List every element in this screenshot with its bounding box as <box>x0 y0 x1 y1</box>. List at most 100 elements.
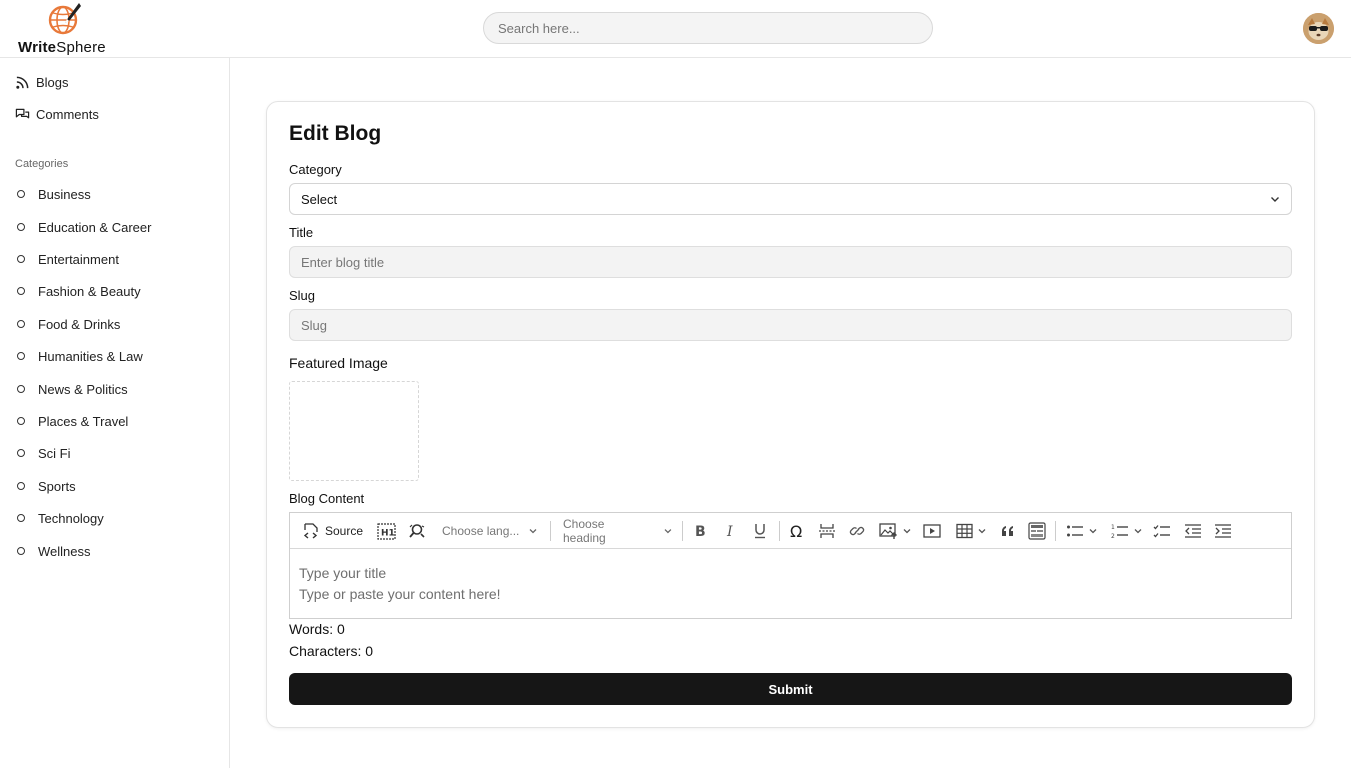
brand-logo[interactable]: WriteSphere <box>18 0 118 58</box>
italic-icon[interactable]: I <box>720 520 740 542</box>
rich-text-editor: Source H1 Choose lang... Choose heading … <box>289 512 1292 619</box>
circle-bullet-icon <box>17 223 25 231</box>
sidebar-item-label: Blogs <box>36 74 69 90</box>
sidebar-category-education-career[interactable]: Education & Career <box>16 217 151 237</box>
title-label: Title <box>289 225 314 240</box>
indent-icon[interactable] <box>1213 520 1233 542</box>
sidebar-item-blogs[interactable]: Blogs <box>14 71 69 93</box>
comments-icon <box>14 106 30 122</box>
svg-text:Ω: Ω <box>790 523 802 539</box>
sidebar: Blogs Comments Categories Business Educa… <box>0 58 230 768</box>
chevron-down-icon <box>1134 529 1142 534</box>
find-replace-icon[interactable] <box>407 520 427 542</box>
svg-text:2: 2 <box>1111 533 1115 540</box>
category-label: Category <box>289 162 342 177</box>
sidebar-category-sports[interactable]: Sports <box>16 476 76 496</box>
image-upload-icon <box>878 523 897 539</box>
media-embed-icon[interactable] <box>922 520 942 542</box>
circle-bullet-icon <box>17 417 25 425</box>
chevron-down-icon <box>978 529 985 534</box>
link-icon[interactable] <box>847 520 867 542</box>
sidebar-category-sci-fi[interactable]: Sci Fi <box>16 443 71 463</box>
toolbar-divider <box>779 521 780 541</box>
page-title: Edit Blog <box>289 122 382 145</box>
top-header: WriteSphere <box>0 0 1351 58</box>
categories-heading: Categories <box>15 158 69 170</box>
rss-icon <box>14 74 30 90</box>
insert-table-button[interactable] <box>952 520 990 542</box>
search-input[interactable] <box>483 12 933 44</box>
title-input[interactable] <box>289 246 1292 278</box>
sidebar-category-places-travel[interactable]: Places & Travel <box>16 411 128 431</box>
bulleted-list-icon <box>1067 525 1083 537</box>
sidebar-category-business[interactable]: Business <box>16 184 91 204</box>
toolbar-divider <box>1055 521 1056 541</box>
editor-content-area[interactable]: Type your title Type or paste your conte… <box>299 563 501 605</box>
category-select-value: Select <box>301 191 338 207</box>
svg-text:1: 1 <box>1111 524 1115 531</box>
table-icon <box>955 523 973 539</box>
insert-image-button[interactable] <box>876 520 914 542</box>
avatar-image-icon <box>1303 13 1334 44</box>
svg-text:H1: H1 <box>381 528 395 538</box>
heading-dropdown[interactable]: Choose heading <box>563 517 673 545</box>
underline-icon[interactable] <box>750 520 770 542</box>
sidebar-category-news-politics[interactable]: News & Politics <box>16 379 128 399</box>
sidebar-category-food-drinks[interactable]: Food & Drinks <box>16 314 120 334</box>
todo-list-icon[interactable] <box>1152 520 1172 542</box>
chevron-down-icon <box>664 529 672 534</box>
user-avatar[interactable] <box>1303 13 1334 44</box>
chevron-down-icon <box>1271 197 1279 202</box>
chevron-down-icon <box>903 529 910 534</box>
submit-button[interactable]: Submit <box>289 673 1292 705</box>
word-count: Words: 0 <box>289 621 345 637</box>
outdent-icon[interactable] <box>1183 520 1203 542</box>
brand-name: WriteSphere <box>18 39 106 56</box>
circle-bullet-icon <box>17 449 25 457</box>
code-block-icon[interactable] <box>1027 520 1047 542</box>
code-language-dropdown[interactable]: Choose lang... <box>442 520 542 542</box>
toolbar-divider <box>550 521 551 541</box>
circle-bullet-icon <box>17 255 25 263</box>
block-quote-icon[interactable] <box>998 520 1018 542</box>
sidebar-category-entertainment[interactable]: Entertainment <box>16 249 119 269</box>
circle-bullet-icon <box>17 482 25 490</box>
circle-bullet-icon <box>17 320 25 328</box>
source-button[interactable]: Source <box>302 520 364 542</box>
character-count: Characters: 0 <box>289 643 374 659</box>
sidebar-category-technology[interactable]: Technology <box>16 508 104 528</box>
circle-bullet-icon <box>17 352 25 360</box>
editor-title-placeholder: Type your title <box>299 565 387 581</box>
editor-toolbar: Source H1 Choose lang... Choose heading … <box>290 513 1291 549</box>
featured-image-dropzone[interactable] <box>289 381 419 481</box>
category-select[interactable]: Select <box>289 183 1292 215</box>
source-code-icon <box>303 523 318 539</box>
chevron-down-icon <box>1089 529 1097 534</box>
sidebar-category-humanities-law[interactable]: Humanities & Law <box>16 346 143 366</box>
slug-input[interactable] <box>289 309 1292 341</box>
numbered-list-icon: 12 <box>1111 524 1128 540</box>
bulleted-list-button[interactable] <box>1063 520 1101 542</box>
edit-blog-card: Edit Blog Category Select Title Slug Fea… <box>266 101 1315 728</box>
bold-icon[interactable]: B <box>690 520 710 542</box>
circle-bullet-icon <box>17 547 25 555</box>
featured-image-label: Featured Image <box>289 355 388 371</box>
circle-bullet-icon <box>17 287 25 295</box>
page-break-icon[interactable] <box>817 520 837 542</box>
slug-label: Slug <box>289 288 316 303</box>
sidebar-item-comments[interactable]: Comments <box>14 103 99 125</box>
sidebar-category-fashion-beauty[interactable]: Fashion & Beauty <box>16 281 141 301</box>
sidebar-item-label: Comments <box>36 106 99 122</box>
editor-content-placeholder: Type or paste your content here! <box>299 586 501 602</box>
globe-pen-logo-icon <box>48 3 81 35</box>
circle-bullet-icon <box>17 514 25 522</box>
special-characters-icon[interactable]: Ω <box>787 520 807 542</box>
blog-content-label: Blog Content <box>289 491 365 506</box>
circle-bullet-icon <box>17 385 25 393</box>
heading-h1-icon[interactable]: H1 <box>376 520 396 542</box>
circle-bullet-icon <box>17 190 25 198</box>
numbered-list-button[interactable]: 12 <box>1108 520 1146 542</box>
sidebar-category-wellness[interactable]: Wellness <box>16 541 91 561</box>
svg-text:B: B <box>695 524 706 538</box>
toolbar-divider <box>682 521 683 541</box>
